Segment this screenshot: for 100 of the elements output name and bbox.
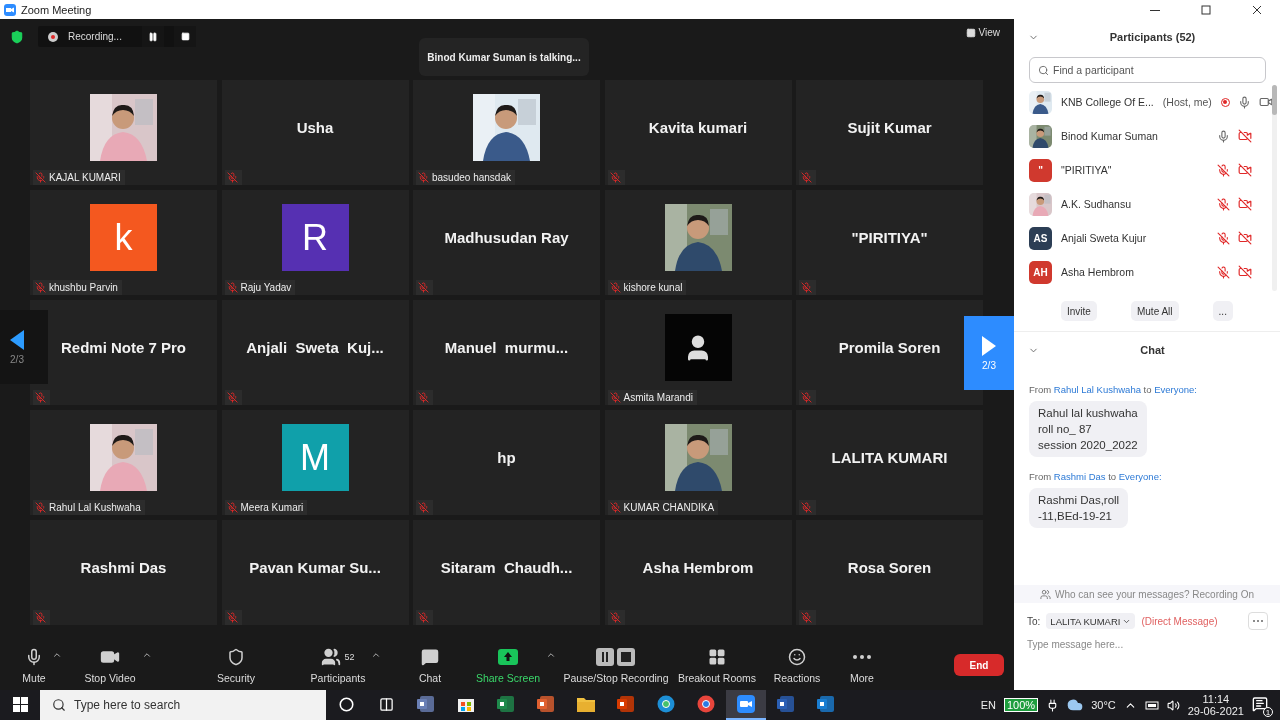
network-icon (1144, 700, 1159, 710)
avatar: AS (1029, 226, 1052, 250)
panel-title: Participants (52) (1108, 31, 1197, 43)
caret-icon[interactable] (371, 650, 382, 660)
close-icon[interactable] (1252, 4, 1262, 15)
participant-name: Anjali Sweta Kuj... (246, 339, 384, 356)
toolbar-button[interactable]: Reactions (773, 646, 821, 684)
shield-icon (227, 648, 245, 666)
message-bubble: Rahul lal kushwaha roll no_ 87 session 2020_2022 (1029, 401, 1147, 457)
mic-icon (25, 648, 43, 666)
participant-name: Asha Hembrom (1061, 266, 1134, 278)
visibility-notice: Who can see your messages? Recording On (1055, 588, 1254, 600)
previous-page-button[interactable]: 2/3 (0, 310, 48, 384)
weather-icon (1067, 697, 1084, 713)
grid-icon (708, 648, 726, 666)
toolbar-button[interactable]: Security (217, 646, 255, 684)
message-header: From Rashmi Das to Everyone: (1029, 471, 1163, 482)
search-icon (52, 698, 66, 712)
panel-title: Chat (1139, 344, 1166, 356)
participant-name: Asmita Marandi (623, 392, 693, 403)
recording-icon (48, 31, 58, 42)
people-icon (1040, 588, 1051, 600)
sender-link[interactable]: Rahul Lal Kushwaha (1053, 384, 1141, 395)
app-icon (537, 695, 555, 713)
role-label: (Host, me) (1162, 96, 1212, 108)
participant-name: "PIRITIYA" (851, 229, 928, 246)
participant-name: Redmi Note 7 Pro (61, 339, 186, 356)
right-arrow-icon (982, 335, 996, 356)
toolbar-button[interactable]: More (850, 646, 874, 684)
more-icon (853, 655, 871, 659)
view-button[interactable]: View (963, 25, 1002, 40)
share-screen-icon (498, 649, 518, 665)
toolbar-button[interactable]: Pause/Stop Recording (563, 646, 669, 684)
windows-logo-icon (12, 696, 28, 712)
toolbar-button[interactable]: Chat (418, 646, 442, 684)
participant-name: Rahul Lal Kushwaha (49, 502, 141, 513)
stop-icon[interactable] (180, 32, 190, 41)
page-indicator: 2/3 (982, 359, 996, 371)
participant-name: Binod Kumar Suman (1061, 130, 1158, 142)
panel-button[interactable]: Mute All (1130, 301, 1179, 321)
people-icon (321, 647, 342, 667)
shield-icon (10, 30, 24, 44)
video-camera-icon (737, 695, 755, 713)
notifications-button[interactable]: 1 (1252, 696, 1270, 714)
recipient-dropdown[interactable]: LALITA KUMARI (1046, 613, 1136, 629)
maximize-icon[interactable] (1201, 4, 1211, 15)
panel-button[interactable]: ... (1212, 301, 1233, 321)
pause-icon[interactable] (148, 31, 158, 42)
app-logo-icon (4, 3, 16, 16)
participant-name: LALITA KUMARI (831, 449, 948, 466)
caret-icon[interactable] (546, 650, 557, 660)
caret-icon[interactable] (51, 650, 62, 660)
participant-name: hp (497, 449, 516, 466)
app-icon (817, 695, 835, 713)
participant-name: A.K. Sudhansu (1061, 198, 1132, 210)
clock-time: 11:14 (1202, 693, 1230, 705)
window-title: Zoom Meeting (21, 3, 93, 16)
participant-name: Asha Hembrom (642, 559, 754, 576)
recipient-link[interactable]: Everyone: (1154, 384, 1197, 395)
participant-name: KUMAR CHANDIKA (623, 502, 715, 513)
participant-name: Anjali Sweta Kujur (1061, 232, 1147, 244)
panel-button[interactable]: Invite (1061, 301, 1097, 321)
clock-date: 29-06-2021 (1187, 705, 1244, 717)
avatar: M (281, 424, 349, 491)
toolbar-button[interactable]: Share Screen (475, 646, 541, 684)
participant-name: Rosa Soren (847, 559, 932, 576)
app-icon (777, 695, 795, 713)
notification-icon (1252, 696, 1268, 712)
language-indicator[interactable]: EN (980, 699, 996, 711)
more-button[interactable] (1248, 612, 1268, 630)
left-arrow-icon (10, 329, 24, 350)
sender-link[interactable]: Rashmi Das (1053, 471, 1106, 482)
toolbar-button[interactable]: 52 Participants (310, 646, 366, 684)
task-view-icon[interactable] (378, 696, 394, 712)
recording-status: Recording... (68, 31, 123, 42)
circle-icon[interactable] (338, 696, 354, 712)
page-indicator: 2/3 (10, 353, 24, 365)
pause-stop-icon (596, 648, 636, 666)
participant-name: Madhusudan Ray (444, 229, 569, 246)
speaker-icon (1166, 698, 1180, 712)
caret-icon[interactable] (141, 650, 152, 660)
recipient-link[interactable]: Everyone: (1118, 471, 1162, 482)
message-header: From Rahul Lal Kushwaha to Everyone: (1029, 384, 1198, 395)
search-field[interactable]: Type here to search (40, 690, 326, 720)
toolbar-button[interactable]: Breakout Rooms (677, 646, 757, 684)
end-button[interactable]: End (954, 654, 1004, 676)
participant-name: Promila Soren (838, 339, 941, 356)
participant-name: kishore kunal (623, 282, 683, 293)
toolbar-button[interactable]: Stop Video (84, 646, 136, 684)
taskbar-app[interactable] (726, 690, 766, 720)
active-speaker-banner: Binod Kumar Suman is talking... (419, 38, 589, 76)
participant-name: Manuel murmu... (444, 339, 569, 356)
participant-name: Pavan Kumar Su... (249, 559, 381, 576)
participant-name: Meera Kumari (240, 502, 304, 513)
participant-name: Usha (296, 119, 334, 136)
app-icon (417, 695, 435, 713)
message-input[interactable]: Type message here... (1014, 639, 1280, 690)
search-field[interactable]: Find a participant (1029, 57, 1266, 83)
toolbar-button[interactable]: Mute (22, 646, 46, 684)
direct-message-label: (Direct Message) (1141, 615, 1218, 627)
